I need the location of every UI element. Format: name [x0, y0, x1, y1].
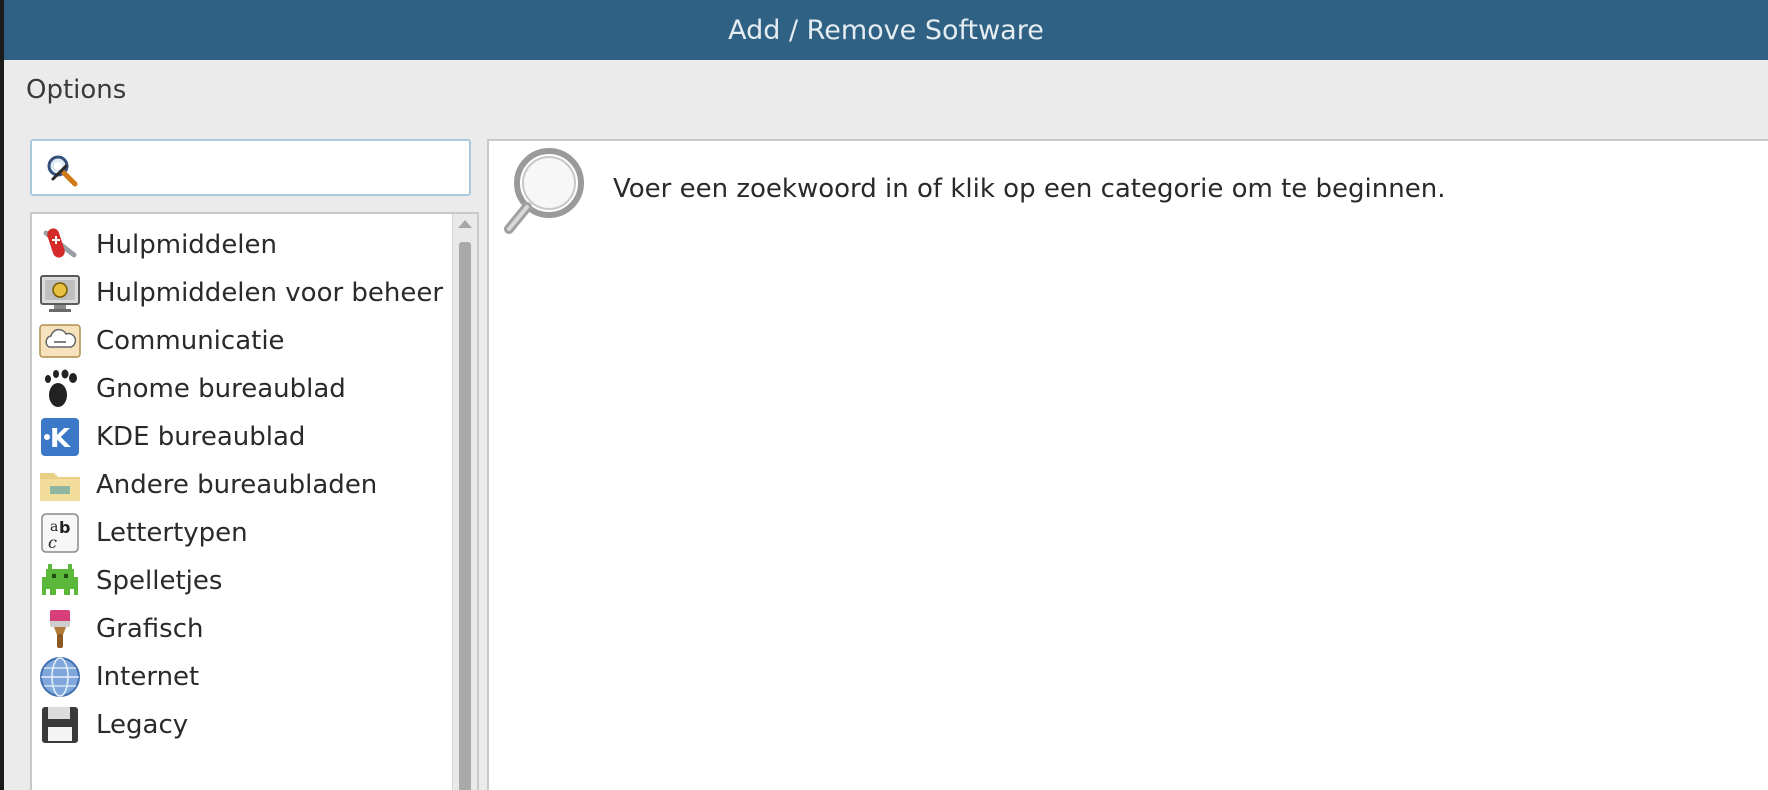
- category-label: Communicatie: [96, 326, 285, 356]
- category-list: Hulpmiddelen Hulpmiddelen voor beheer Co…: [32, 214, 453, 790]
- category-scrollbar[interactable]: [452, 214, 477, 790]
- magnifier-icon: [501, 145, 587, 243]
- svg-text:K: K: [50, 424, 71, 454]
- window-title: Add / Remove Software: [728, 14, 1044, 46]
- category-label: Internet: [96, 662, 200, 692]
- app-window: Add / Remove Software Options Hulpmiddel…: [4, 0, 1768, 790]
- folder-icon: [38, 463, 82, 507]
- category-label: Hulpmiddelen voor beheer: [96, 278, 444, 308]
- gnome-icon: [38, 367, 82, 411]
- communication-icon: [38, 319, 82, 363]
- category-item-spelletjes[interactable]: Spelletjes: [32, 554, 453, 608]
- category-item-communicatie[interactable]: Communicatie: [32, 314, 453, 368]
- search-box[interactable]: [30, 139, 471, 196]
- swiss-knife-icon: [38, 223, 82, 267]
- category-item-hulpmiddelen[interactable]: Hulpmiddelen: [32, 218, 453, 272]
- scrollbar-thumb[interactable]: [459, 242, 471, 790]
- kde-icon: K: [38, 415, 82, 459]
- floppy-icon: [38, 703, 82, 747]
- category-label: Andere bureaubladen: [96, 470, 378, 500]
- category-label: KDE bureaublad: [96, 422, 306, 452]
- category-label: Grafisch: [96, 614, 204, 644]
- category-label: Legacy: [96, 710, 189, 740]
- results-panel: Voer een zoekwoord in of klik op een cat…: [487, 139, 1768, 790]
- category-label: Spelletjes: [96, 566, 223, 596]
- category-item-grafisch[interactable]: Grafisch: [32, 602, 453, 656]
- category-item-lettertypen[interactable]: a b c Lettertypen: [32, 506, 453, 560]
- globe-icon: [38, 655, 82, 699]
- category-item-kde-bureaublad[interactable]: K KDE bureaublad: [32, 410, 453, 464]
- fonts-icon: a b c: [38, 511, 82, 555]
- games-icon: [38, 559, 82, 603]
- title-bar[interactable]: Add / Remove Software: [4, 0, 1768, 60]
- category-label: Lettertypen: [96, 518, 248, 548]
- start-hint-text: Voer een zoekwoord in of klik op een cat…: [613, 174, 1446, 204]
- category-list-panel: Hulpmiddelen Hulpmiddelen voor beheer Co…: [30, 212, 479, 790]
- admin-monitor-icon: [38, 271, 82, 315]
- scroll-up-arrow-icon[interactable]: [458, 220, 472, 228]
- svg-text:b: b: [59, 518, 70, 537]
- category-item-internet[interactable]: Internet: [32, 650, 453, 704]
- svg-text:c: c: [48, 533, 57, 552]
- category-item-hulpmiddelen-voor-beheer[interactable]: Hulpmiddelen voor beheer: [32, 266, 453, 320]
- category-item-andere-bureaubladen[interactable]: Andere bureaubladen: [32, 458, 453, 512]
- category-label: Gnome bureaublad: [96, 374, 346, 404]
- search-icon: [44, 153, 78, 187]
- menu-options[interactable]: Options: [26, 75, 126, 105]
- category-label: Hulpmiddelen: [96, 230, 278, 260]
- category-item-gnome-bureaublad[interactable]: Gnome bureaublad: [32, 362, 453, 416]
- paintbrush-icon: [38, 607, 82, 651]
- search-input[interactable]: [88, 149, 462, 189]
- category-item-legacy[interactable]: Legacy: [32, 698, 453, 752]
- menu-bar: Options: [4, 60, 1768, 122]
